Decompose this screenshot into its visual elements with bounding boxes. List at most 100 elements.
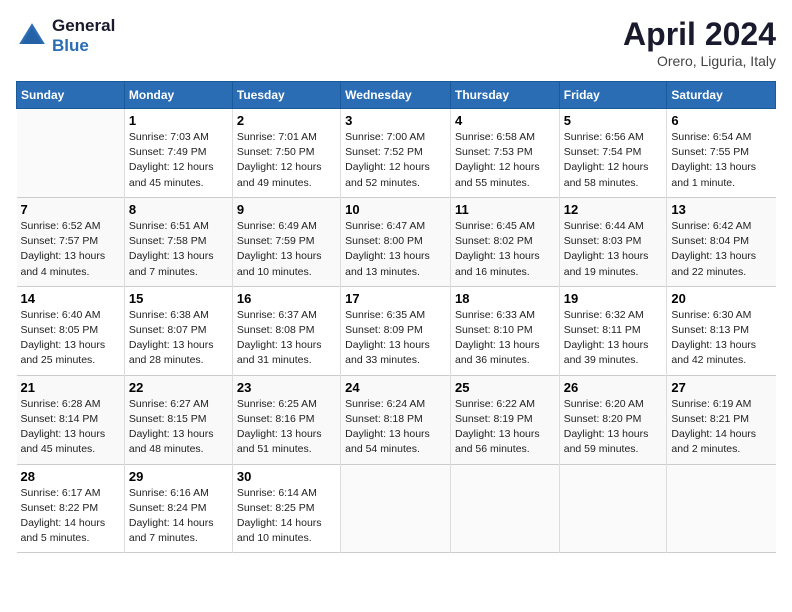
calendar-cell: 21 Sunrise: 6:28 AM Sunset: 8:14 PM Dayli… [17,375,125,464]
day-info: Sunrise: 6:14 AM Sunset: 8:25 PM Dayligh… [237,486,336,547]
day-number: 22 [129,380,228,395]
month-title: April 2024 [623,16,776,53]
calendar-cell: 1 Sunrise: 7:03 AM Sunset: 7:49 PM Daylig… [124,109,232,198]
day-number: 26 [564,380,663,395]
calendar-cell: 5 Sunrise: 6:56 AM Sunset: 7:54 PM Daylig… [559,109,667,198]
weekday-header-row: SundayMondayTuesdayWednesdayThursdayFrid… [17,82,776,109]
day-info: Sunrise: 6:44 AM Sunset: 8:03 PM Dayligh… [564,219,663,280]
calendar-cell: 4 Sunrise: 6:58 AM Sunset: 7:53 PM Daylig… [450,109,559,198]
calendar-cell: 17Sunrise: 6:35 AM Sunset: 8:09 PM Dayli… [341,286,451,375]
logo: General Blue [16,16,115,56]
weekday-header: Thursday [450,82,559,109]
day-info: Sunrise: 6:27 AM Sunset: 8:15 PM Dayligh… [129,397,228,458]
calendar-cell: 7Sunrise: 6:52 AM Sunset: 7:57 PM Daylig… [17,197,125,286]
day-info: Sunrise: 6:51 AM Sunset: 7:58 PM Dayligh… [129,219,228,280]
calendar-cell: 30 Sunrise: 6:14 AM Sunset: 8:25 PM Dayli… [232,464,340,553]
day-info: Sunrise: 6:28 AM Sunset: 8:14 PM Dayligh… [21,397,120,458]
calendar-cell: 11 Sunrise: 6:45 AM Sunset: 8:02 PM Dayli… [450,197,559,286]
day-number: 7 [21,202,120,217]
calendar-cell: 24 Sunrise: 6:24 AM Sunset: 8:18 PM Dayli… [341,375,451,464]
calendar-cell: 22 Sunrise: 6:27 AM Sunset: 8:15 PM Dayli… [124,375,232,464]
day-number: 13 [671,202,771,217]
location-subtitle: Orero, Liguria, Italy [623,53,776,69]
calendar-cell [17,109,125,198]
day-info: Sunrise: 7:01 AM Sunset: 7:50 PM Dayligh… [237,130,336,191]
calendar-cell: 26 Sunrise: 6:20 AM Sunset: 8:20 PM Dayli… [559,375,667,464]
day-number: 5 [564,113,663,128]
calendar-cell: 28 Sunrise: 6:17 AM Sunset: 8:22 PM Dayli… [17,464,125,553]
calendar-cell: 14 Sunrise: 6:40 AM Sunset: 8:05 PM Dayli… [17,286,125,375]
day-number: 11 [455,202,555,217]
calendar-cell: 10 Sunrise: 6:47 AM Sunset: 8:00 PM Dayli… [341,197,451,286]
day-info: Sunrise: 6:19 AM Sunset: 8:21 PM Dayligh… [671,397,771,458]
day-info: Sunrise: 6:49 AM Sunset: 7:59 PM Dayligh… [237,219,336,280]
calendar-cell [667,464,776,553]
calendar-cell [559,464,667,553]
day-info: Sunrise: 6:42 AM Sunset: 8:04 PM Dayligh… [671,219,771,280]
calendar-week-row: 28 Sunrise: 6:17 AM Sunset: 8:22 PM Dayli… [17,464,776,553]
logo-text: General Blue [52,16,115,56]
calendar-week-row: 7Sunrise: 6:52 AM Sunset: 7:57 PM Daylig… [17,197,776,286]
calendar-cell: 8Sunrise: 6:51 AM Sunset: 7:58 PM Daylig… [124,197,232,286]
day-number: 6 [671,113,771,128]
calendar-table: SundayMondayTuesdayWednesdayThursdayFrid… [16,81,776,553]
calendar-cell: 27 Sunrise: 6:19 AM Sunset: 8:21 PM Dayli… [667,375,776,464]
day-number: 15 [129,291,228,306]
day-info: Sunrise: 6:25 AM Sunset: 8:16 PM Dayligh… [237,397,336,458]
calendar-cell: 15Sunrise: 6:38 AM Sunset: 8:07 PM Dayli… [124,286,232,375]
day-info: Sunrise: 7:00 AM Sunset: 7:52 PM Dayligh… [345,130,446,191]
calendar-week-row: 14 Sunrise: 6:40 AM Sunset: 8:05 PM Dayli… [17,286,776,375]
weekday-header: Friday [559,82,667,109]
day-number: 28 [21,469,120,484]
calendar-cell: 20 Sunrise: 6:30 AM Sunset: 8:13 PM Dayli… [667,286,776,375]
day-info: Sunrise: 6:56 AM Sunset: 7:54 PM Dayligh… [564,130,663,191]
day-number: 4 [455,113,555,128]
day-number: 29 [129,469,228,484]
day-number: 2 [237,113,336,128]
calendar-cell: 13 Sunrise: 6:42 AM Sunset: 8:04 PM Dayli… [667,197,776,286]
day-info: Sunrise: 6:45 AM Sunset: 8:02 PM Dayligh… [455,219,555,280]
day-number: 20 [671,291,771,306]
day-info: Sunrise: 6:30 AM Sunset: 8:13 PM Dayligh… [671,308,771,369]
day-number: 1 [129,113,228,128]
day-info: Sunrise: 6:20 AM Sunset: 8:20 PM Dayligh… [564,397,663,458]
calendar-cell [450,464,559,553]
day-number: 23 [237,380,336,395]
calendar-cell: 2 Sunrise: 7:01 AM Sunset: 7:50 PM Daylig… [232,109,340,198]
calendar-cell: 25 Sunrise: 6:22 AM Sunset: 8:19 PM Dayli… [450,375,559,464]
day-number: 10 [345,202,446,217]
day-info: Sunrise: 7:03 AM Sunset: 7:49 PM Dayligh… [129,130,228,191]
day-number: 9 [237,202,336,217]
day-number: 24 [345,380,446,395]
calendar-cell: 12Sunrise: 6:44 AM Sunset: 8:03 PM Dayli… [559,197,667,286]
day-info: Sunrise: 6:40 AM Sunset: 8:05 PM Dayligh… [21,308,120,369]
day-number: 17 [345,291,446,306]
day-info: Sunrise: 6:32 AM Sunset: 8:11 PM Dayligh… [564,308,663,369]
day-number: 16 [237,291,336,306]
calendar-cell: 6Sunrise: 6:54 AM Sunset: 7:55 PM Daylig… [667,109,776,198]
day-info: Sunrise: 6:22 AM Sunset: 8:19 PM Dayligh… [455,397,555,458]
day-info: Sunrise: 6:24 AM Sunset: 8:18 PM Dayligh… [345,397,446,458]
calendar-cell: 16 Sunrise: 6:37 AM Sunset: 8:08 PM Dayli… [232,286,340,375]
day-number: 19 [564,291,663,306]
calendar-week-row: 21 Sunrise: 6:28 AM Sunset: 8:14 PM Dayli… [17,375,776,464]
calendar-cell [341,464,451,553]
calendar-cell: 29 Sunrise: 6:16 AM Sunset: 8:24 PM Dayli… [124,464,232,553]
day-number: 14 [21,291,120,306]
calendar-cell: 19 Sunrise: 6:32 AM Sunset: 8:11 PM Dayli… [559,286,667,375]
calendar-week-row: 1 Sunrise: 7:03 AM Sunset: 7:49 PM Daylig… [17,109,776,198]
day-info: Sunrise: 6:47 AM Sunset: 8:00 PM Dayligh… [345,219,446,280]
calendar-cell: 23 Sunrise: 6:25 AM Sunset: 8:16 PM Dayli… [232,375,340,464]
day-number: 21 [21,380,120,395]
weekday-header: Wednesday [341,82,451,109]
day-number: 30 [237,469,336,484]
day-info: Sunrise: 6:16 AM Sunset: 8:24 PM Dayligh… [129,486,228,547]
weekday-header: Tuesday [232,82,340,109]
calendar-cell: 18Sunrise: 6:33 AM Sunset: 8:10 PM Dayli… [450,286,559,375]
day-number: 27 [671,380,771,395]
day-number: 25 [455,380,555,395]
logo-icon [16,20,48,52]
day-info: Sunrise: 6:17 AM Sunset: 8:22 PM Dayligh… [21,486,120,547]
day-info: Sunrise: 6:37 AM Sunset: 8:08 PM Dayligh… [237,308,336,369]
day-info: Sunrise: 6:58 AM Sunset: 7:53 PM Dayligh… [455,130,555,191]
